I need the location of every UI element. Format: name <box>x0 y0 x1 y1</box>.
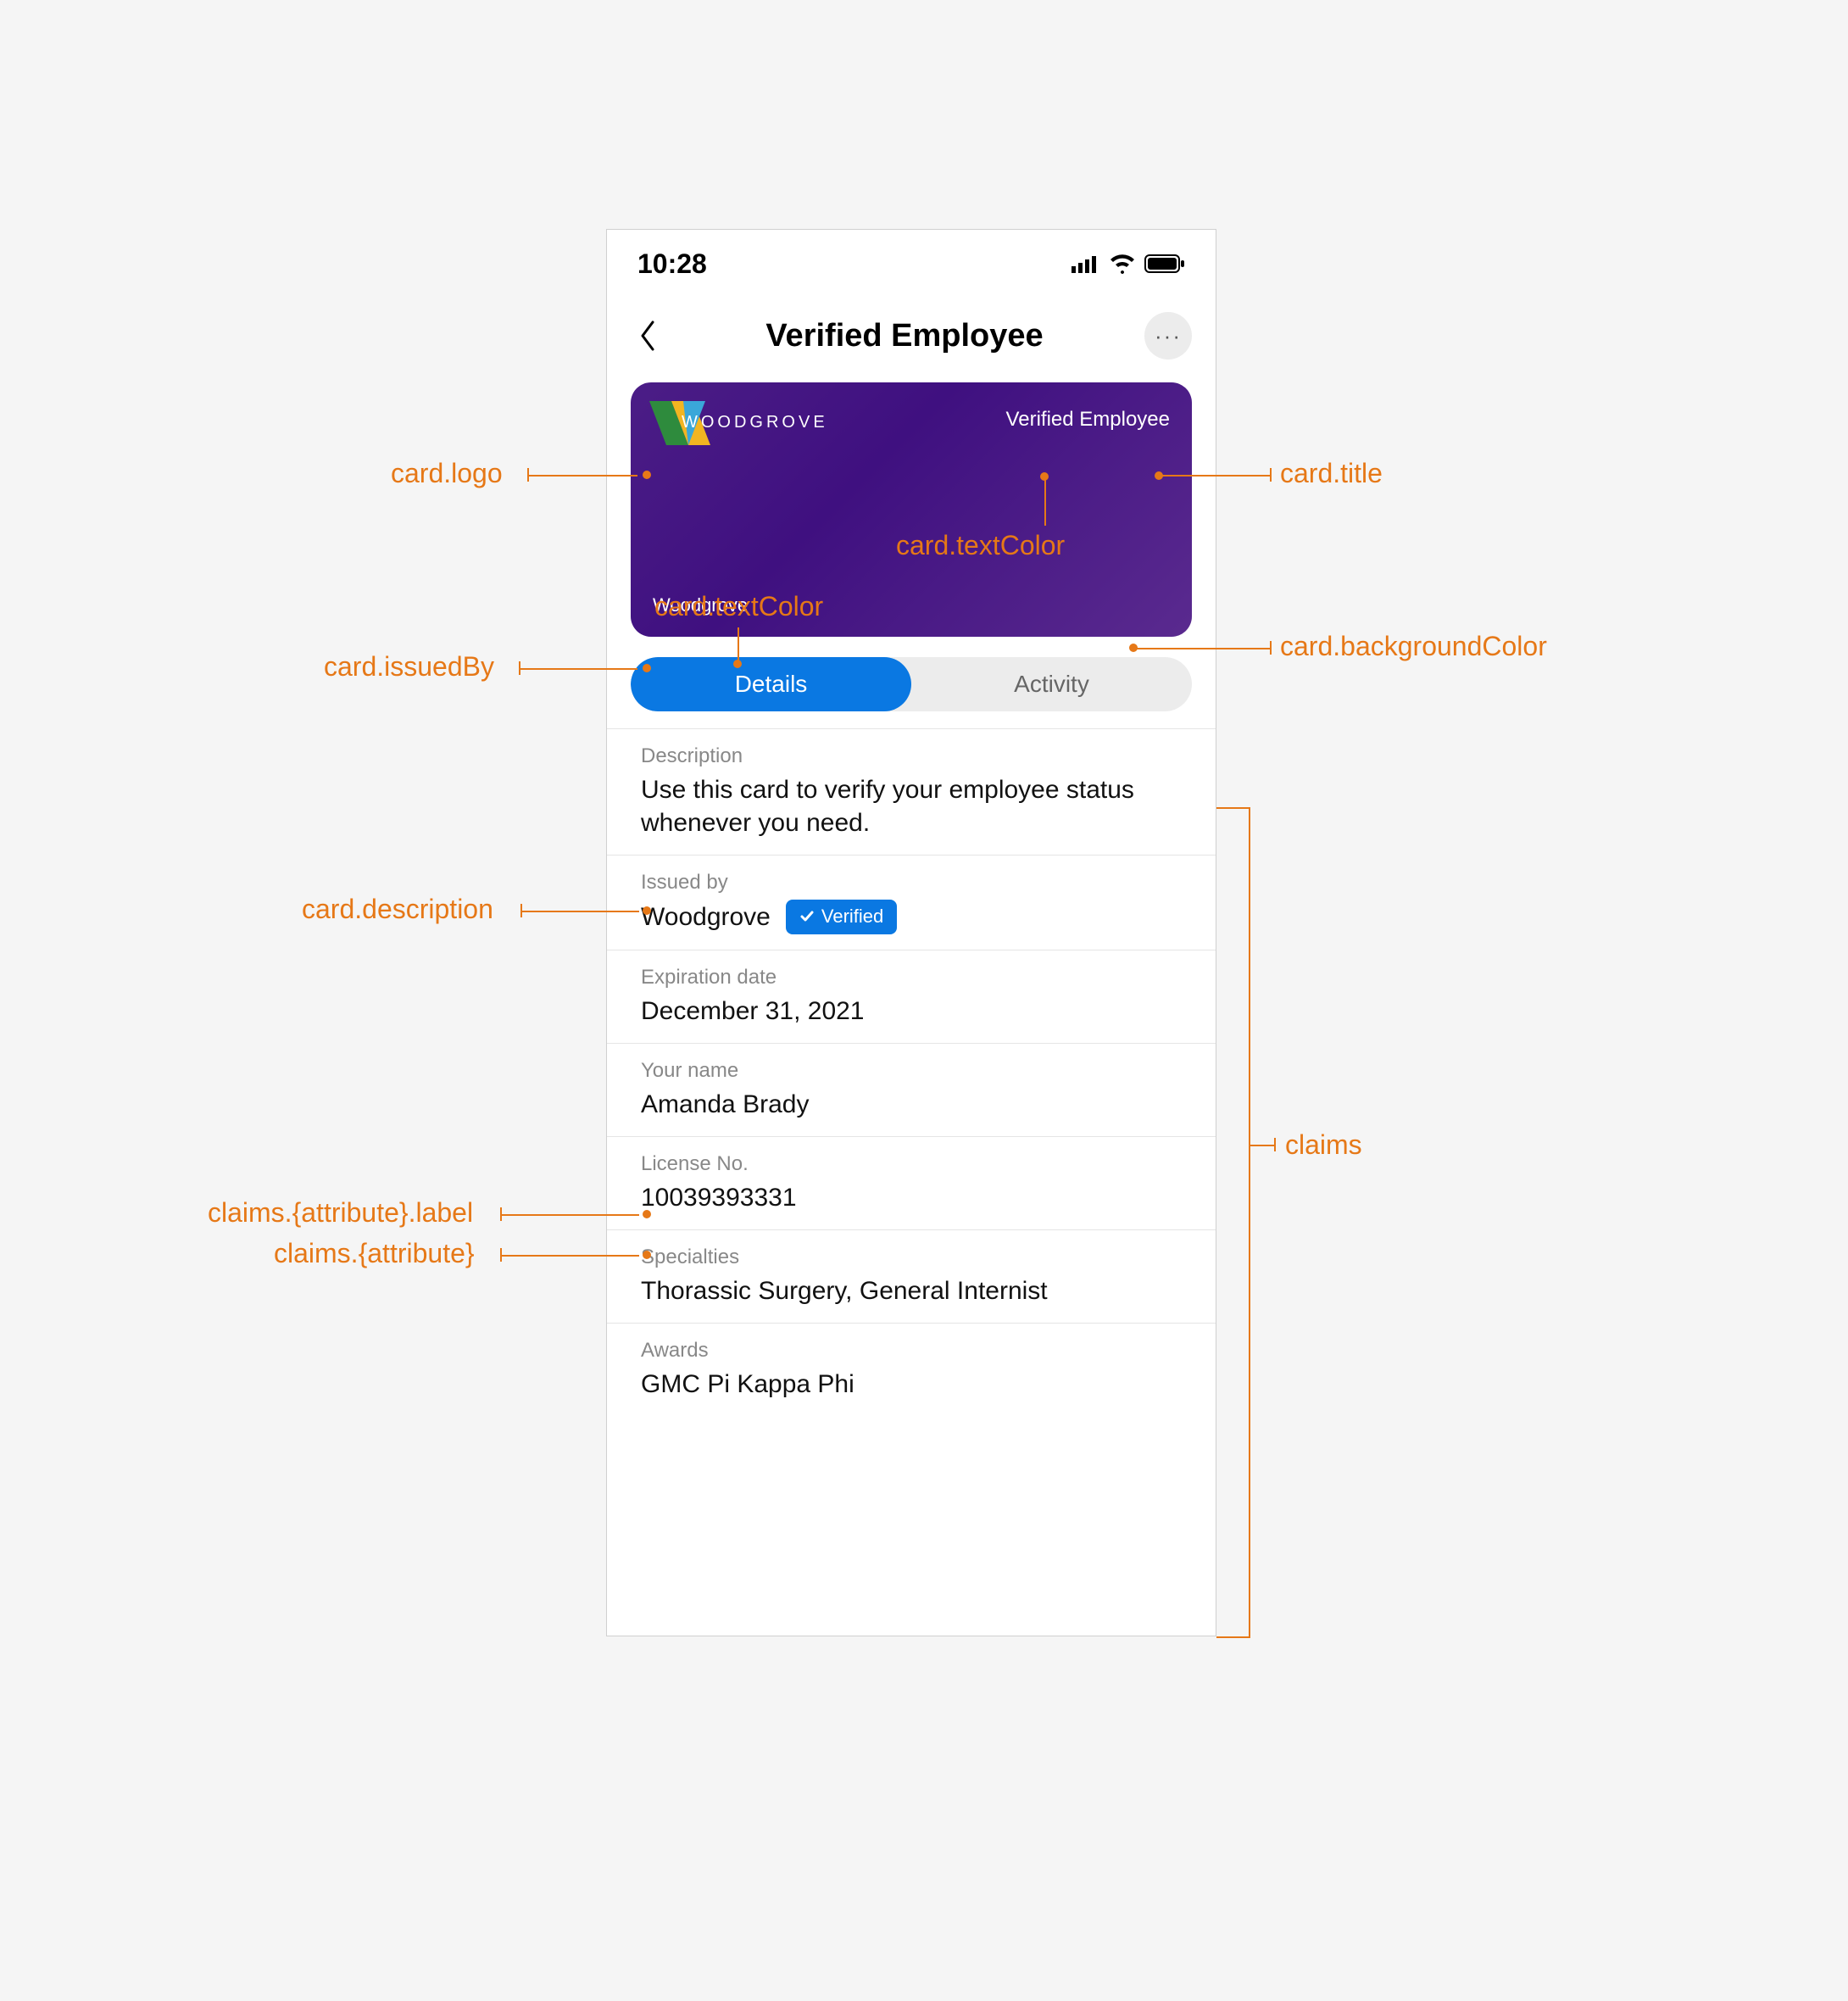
anno-line <box>500 1255 639 1257</box>
anno-card-title: card.title <box>1280 458 1383 489</box>
check-icon <box>799 909 815 924</box>
verified-badge: Verified <box>786 900 897 934</box>
page-title: Verified Employee <box>665 318 1144 354</box>
chevron-left-icon <box>637 319 658 353</box>
row-license: License No. 10039393331 <box>607 1137 1216 1230</box>
anno-text-color-1: card.textColor <box>896 530 1065 561</box>
nav-bar: Verified Employee ··· <box>607 298 1216 374</box>
battery-icon <box>1144 254 1185 273</box>
tab-details[interactable]: Details <box>631 657 911 711</box>
awards-value: GMC Pi Kappa Phi <box>641 1368 1182 1401</box>
anno-line <box>527 475 637 477</box>
anno-dot <box>733 660 742 668</box>
specialties-label: Specialties <box>641 1246 1182 1269</box>
more-button[interactable]: ··· <box>1144 312 1192 360</box>
anno-card-logo: card.logo <box>391 458 503 489</box>
anno-end <box>1270 468 1272 482</box>
anno-line <box>520 911 639 912</box>
anno-dot <box>643 1210 651 1218</box>
anno-line <box>1250 1145 1276 1146</box>
anno-line <box>738 627 739 661</box>
issuedby-label: Issued by <box>641 871 1182 895</box>
awards-label: Awards <box>641 1339 1182 1363</box>
card-brand: WOODGROVE <box>682 413 828 432</box>
anno-line <box>519 668 637 670</box>
anno-text-color-2: card.textColor <box>654 591 823 622</box>
anno-dot <box>1129 644 1138 652</box>
anno-dot <box>643 664 651 672</box>
issuedby-value: Woodgrove <box>641 900 771 934</box>
anno-end <box>519 661 520 675</box>
status-time: 10:28 <box>637 248 707 280</box>
anno-claim-label: claims.{attribute}.label <box>208 1197 473 1229</box>
expiration-label: Expiration date <box>641 966 1182 989</box>
anno-line <box>500 1214 639 1216</box>
anno-description: card.description <box>302 894 493 925</box>
verified-badge-text: Verified <box>821 905 883 929</box>
row-description: Description Use this card to verify your… <box>607 729 1216 856</box>
tab-activity[interactable]: Activity <box>911 657 1192 711</box>
description-value: Use this card to verify your employee st… <box>641 773 1182 839</box>
anno-dot <box>643 1251 651 1259</box>
anno-dot <box>643 471 651 479</box>
claims-bracket <box>1216 807 1250 1638</box>
license-label: License No. <box>641 1152 1182 1176</box>
specialties-value: Thorassic Surgery, General Internist <box>641 1274 1182 1307</box>
tab-bar: Details Activity <box>631 657 1192 711</box>
status-bar: 10:28 <box>607 230 1216 298</box>
cellular-icon <box>1072 254 1100 273</box>
anno-end <box>1274 1138 1276 1151</box>
anno-claims: claims <box>1285 1129 1362 1161</box>
anno-line <box>1161 475 1272 477</box>
anno-end <box>527 468 529 482</box>
name-value: Amanda Brady <box>641 1088 1182 1121</box>
row-expiration: Expiration date December 31, 2021 <box>607 950 1216 1044</box>
expiration-value: December 31, 2021 <box>641 995 1182 1028</box>
status-icons <box>1072 254 1185 274</box>
anno-end <box>1270 641 1272 655</box>
row-awards: Awards GMC Pi Kappa Phi <box>607 1324 1216 1416</box>
anno-line <box>1044 479 1046 526</box>
anno-end <box>500 1248 502 1262</box>
card-title: Verified Employee <box>1006 408 1170 432</box>
name-label: Your name <box>641 1059 1182 1083</box>
details-list: Description Use this card to verify your… <box>607 728 1216 1416</box>
anno-issued-by: card.issuedBy <box>324 651 494 683</box>
description-label: Description <box>641 744 1182 768</box>
row-issued-by: Issued by Woodgrove Verified <box>607 856 1216 950</box>
anno-dot <box>1155 471 1163 480</box>
anno-line <box>1136 648 1272 649</box>
phone-frame: 10:28 Verified Employee ··· WOODGROVE Ve… <box>606 229 1216 1636</box>
row-specialties: Specialties Thorassic Surgery, General I… <box>607 1230 1216 1324</box>
license-value: 10039393331 <box>641 1181 1182 1214</box>
anno-bg-color: card.backgroundColor <box>1280 631 1547 662</box>
anno-dot <box>643 906 651 915</box>
anno-end <box>500 1207 502 1221</box>
wifi-icon <box>1109 254 1136 274</box>
anno-end <box>520 904 522 917</box>
row-name: Your name Amanda Brady <box>607 1044 1216 1137</box>
anno-dot <box>1040 472 1049 481</box>
back-button[interactable] <box>631 319 665 353</box>
anno-claim-value: claims.{attribute} <box>274 1238 475 1269</box>
